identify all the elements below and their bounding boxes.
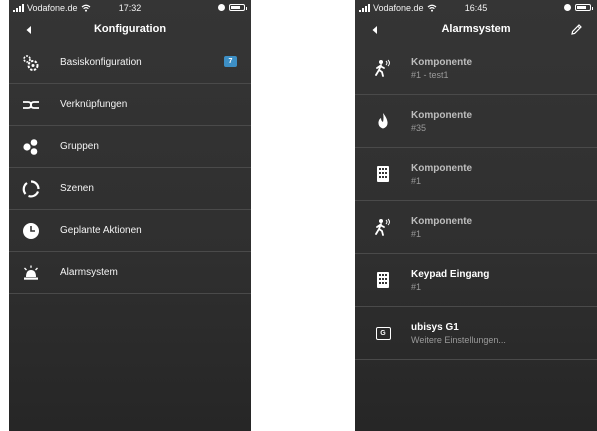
component-sub: #1 [411,228,422,239]
menu-item-label: Alarmsystem [60,267,118,278]
motion-sensor-icon [373,217,393,237]
battery-icon [575,4,593,11]
status-time: 17:32 [118,3,142,13]
clock-icon [21,221,41,241]
motion-sensor-icon [373,58,393,78]
gears-icon [21,53,41,73]
menu-item-gruppen[interactable]: Gruppen [9,126,251,168]
page-title: Alarmsystem [441,23,511,35]
alarm-clock-icon [218,4,225,11]
status-bar: Vodafone.de 16:45 [355,0,597,18]
component-name: Komponente [411,162,473,174]
alarm-clock-icon [564,4,571,11]
keypad-icon [373,164,393,184]
nav-bar: Konfiguration [9,18,251,42]
config-menu-list: Basiskonfiguration 7 Verknüpfungen Grupp… [9,42,251,294]
gateway-name: ubisys G1 [411,321,459,333]
battery-icon [229,4,247,11]
menu-item-basiskonfiguration[interactable]: Basiskonfiguration 7 [9,42,251,84]
menu-item-alarmsystem[interactable]: Alarmsystem [9,252,251,294]
menu-item-geplante-aktionen[interactable]: Geplante Aktionen [9,210,251,252]
component-row[interactable]: Komponente #35 [355,95,597,148]
phone-screen-konfiguration: Vodafone.de 17:32 Konfiguration Basiskon… [9,0,251,431]
component-row[interactable]: Komponente #1 [355,148,597,201]
menu-item-label: Verknüpfungen [60,99,128,110]
menu-item-verknuepfungen[interactable]: Verknüpfungen [9,84,251,126]
menu-item-szenen[interactable]: Szenen [9,168,251,210]
component-sub: #1 [411,175,422,186]
link-icon [21,95,41,115]
component-sub: #1 - test1 [411,69,449,80]
gateway-g-icon: G [373,323,393,343]
component-sub: #1 [411,281,422,292]
component-name: Komponente [411,109,473,121]
component-name: Keypad Eingang [411,268,490,280]
count-badge: 7 [224,56,237,67]
component-row[interactable]: Komponente #1 [355,201,597,254]
component-row[interactable]: Komponente #1 - test1 [355,42,597,95]
nav-bar: Alarmsystem [355,18,597,42]
component-name: Komponente [411,56,473,68]
status-bar: Vodafone.de 17:32 [9,0,251,18]
fire-icon [373,111,393,131]
alarm-components-list: Komponente #1 - test1 Komponente #35 Kom… [355,42,597,360]
gateway-sub: Weitere Einstellungen... [411,334,506,345]
menu-item-label: Szenen [60,183,94,194]
pencil-edit-icon[interactable] [570,23,583,36]
phone-screen-alarmsystem: Vodafone.de 16:45 Alarmsystem Komponente… [355,0,597,431]
page-title: Konfiguration [93,23,167,35]
menu-item-label: Geplante Aktionen [60,225,142,236]
component-sub: #35 [411,122,427,133]
alarm-siren-icon [21,263,41,283]
gateway-icon-letter: G [375,326,391,340]
keypad-icon [373,270,393,290]
group-icon [21,137,41,157]
scene-cycle-icon [21,179,41,199]
menu-item-label: Gruppen [60,141,99,152]
gateway-row[interactable]: G ubisys G1 Weitere Einstellungen... [355,307,597,360]
component-name: Komponente [411,215,473,227]
status-time: 16:45 [464,3,488,13]
component-row[interactable]: Keypad Eingang #1 [355,254,597,307]
menu-item-label: Basiskonfiguration [60,57,142,68]
